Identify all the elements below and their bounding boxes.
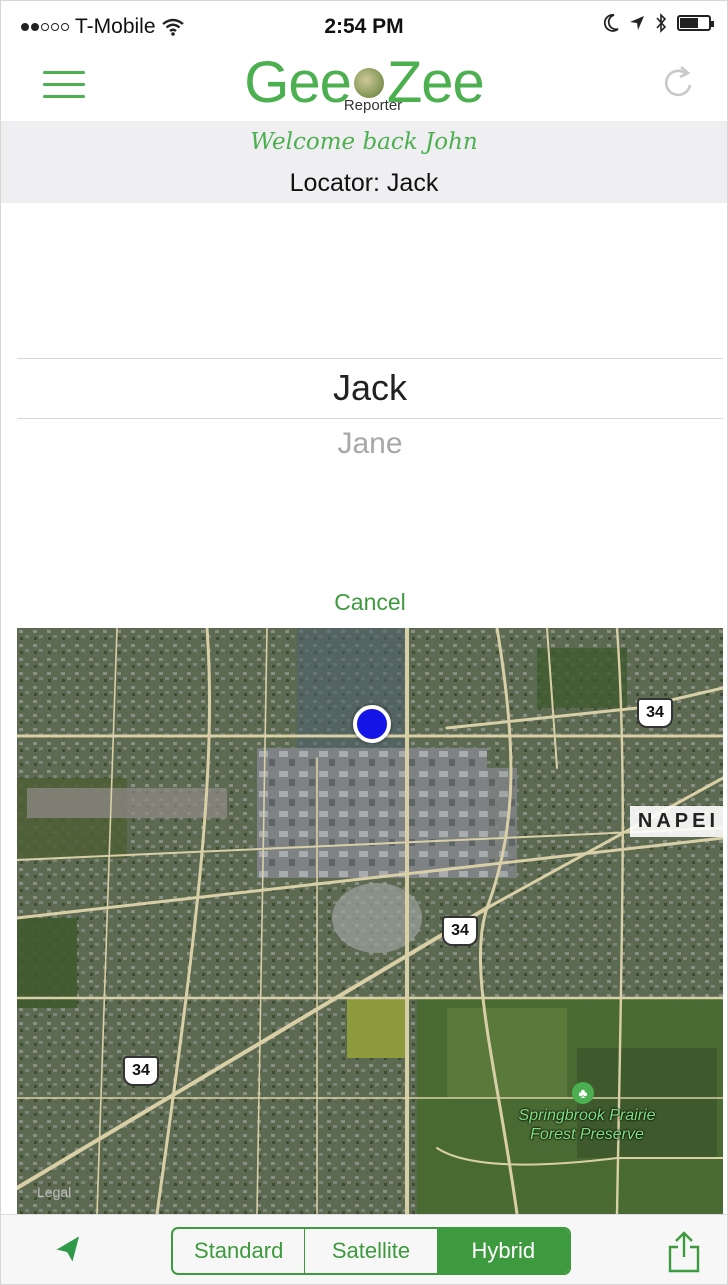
app-logo: Gee Zee Reporter	[1, 51, 727, 115]
map-type-segmented-control: Standard Satellite Hybrid	[171, 1227, 571, 1275]
app-screen: T-Mobile 2:54 PM Gee Zee Reporter Welcom…	[0, 0, 728, 1285]
nav-bar: Gee Zee Reporter	[1, 51, 727, 121]
picker-divider	[17, 358, 723, 359]
moon-icon	[603, 14, 619, 32]
location-pin[interactable]	[353, 705, 391, 743]
picker-divider	[17, 418, 723, 419]
picker-option[interactable]: Jane	[17, 427, 723, 461]
refresh-icon[interactable]	[659, 63, 699, 103]
globe-icon	[353, 68, 384, 98]
locator-label: Locator: Jack	[289, 169, 439, 197]
cancel-button[interactable]: Cancel	[17, 589, 723, 616]
battery-icon	[677, 15, 714, 31]
location-arrow-icon	[630, 16, 644, 30]
segment-satellite[interactable]: Satellite	[305, 1229, 438, 1273]
locate-arrow-icon[interactable]	[53, 1236, 83, 1266]
route-shield: 34	[123, 1056, 159, 1086]
segment-standard[interactable]: Standard	[173, 1229, 306, 1273]
route-shield: 34	[442, 916, 478, 946]
share-icon[interactable]	[666, 1229, 702, 1273]
city-label: NAPEI	[629, 806, 723, 837]
welcome-message: Welcome back John	[250, 129, 478, 155]
locator-picker[interactable]: Jack Jane Cancel	[17, 203, 723, 628]
picker-option-selected[interactable]: Jack	[17, 367, 723, 409]
park-tree-icon: ♣	[572, 1082, 594, 1104]
logo-subtitle: Reporter	[343, 97, 403, 114]
segment-hybrid[interactable]: Hybrid	[437, 1229, 569, 1273]
legal-link[interactable]: Legal	[37, 1184, 71, 1200]
route-shield: 34	[637, 698, 673, 728]
status-bar: T-Mobile 2:54 PM	[1, 1, 727, 51]
park-label: Springbrook Prairie Forest Preserve	[518, 1107, 656, 1143]
map-view[interactable]: NAPEI 34 34 34 ♣ Springbrook Prairie For…	[17, 628, 723, 1214]
bluetooth-icon	[656, 13, 667, 33]
bottom-toolbar: Standard Satellite Hybrid	[1, 1214, 727, 1284]
status-icons	[603, 13, 714, 33]
